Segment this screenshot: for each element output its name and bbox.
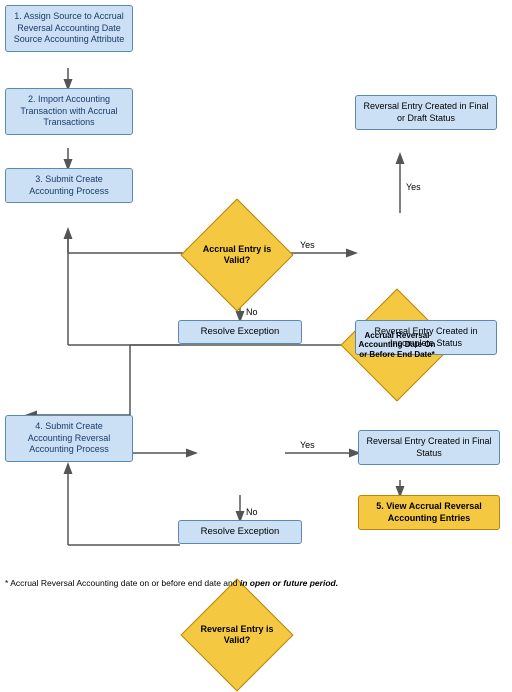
diamond1-label: Accrual Entry is Valid? xyxy=(192,240,282,270)
note-italic: in open or future period. xyxy=(240,578,338,588)
no-label-1: No xyxy=(246,307,258,317)
step1-node: 1. Assign Source to Accrual Reversal Acc… xyxy=(5,5,133,52)
yes-label-2: Yes xyxy=(406,182,421,192)
step3-label: 3. Submit Create Accounting Process xyxy=(12,174,126,197)
reversal-final-node: Reversal Entry Created in Final Status xyxy=(358,430,500,465)
step5-label: 5. View Accrual Reversal Accounting Entr… xyxy=(365,501,493,524)
diamond3-node: Reversal Entry is Valid? xyxy=(192,590,282,680)
reversal-final-label: Reversal Entry Created in Final Status xyxy=(365,436,493,459)
yes-label-3: Yes xyxy=(300,440,315,450)
step1-label: 1. Assign Source to Accrual Reversal Acc… xyxy=(14,11,125,44)
step2-node: 2. Import Accounting Transaction with Ac… xyxy=(5,88,133,135)
resolve2-node: Resolve Exception xyxy=(178,520,302,544)
diagram-container: Yes No Yes No Yes No xyxy=(0,0,512,605)
step3-node: 3. Submit Create Accounting Process xyxy=(5,168,133,203)
step4-label: 4. Submit Create Accounting Reversal Acc… xyxy=(12,421,126,456)
resolve2-label: Resolve Exception xyxy=(201,526,280,538)
note-label: * Accrual Reversal Accounting date on or… xyxy=(5,578,240,588)
note-node: * Accrual Reversal Accounting date on or… xyxy=(5,578,507,589)
resolve1-node: Resolve Exception xyxy=(178,320,302,344)
reversal-final-draft-node: Reversal Entry Created in Final or Draft… xyxy=(355,95,497,130)
resolve1-label: Resolve Exception xyxy=(201,326,280,338)
no-label-3: No xyxy=(246,507,258,517)
diamond2-label: Accrual Reversal Accounting Date On or B… xyxy=(352,327,442,364)
yes-label-1: Yes xyxy=(300,240,315,250)
diamond1-node: Accrual Entry is Valid? xyxy=(192,210,282,300)
diamond2-node: Accrual Reversal Accounting Date On or B… xyxy=(352,300,442,390)
reversal-final-draft-label: Reversal Entry Created in Final or Draft… xyxy=(362,101,490,124)
step4-node: 4. Submit Create Accounting Reversal Acc… xyxy=(5,415,133,462)
diamond3-label: Reversal Entry is Valid? xyxy=(192,620,282,650)
step5-node: 5. View Accrual Reversal Accounting Entr… xyxy=(358,495,500,530)
step2-label: 2. Import Accounting Transaction with Ac… xyxy=(12,94,126,129)
